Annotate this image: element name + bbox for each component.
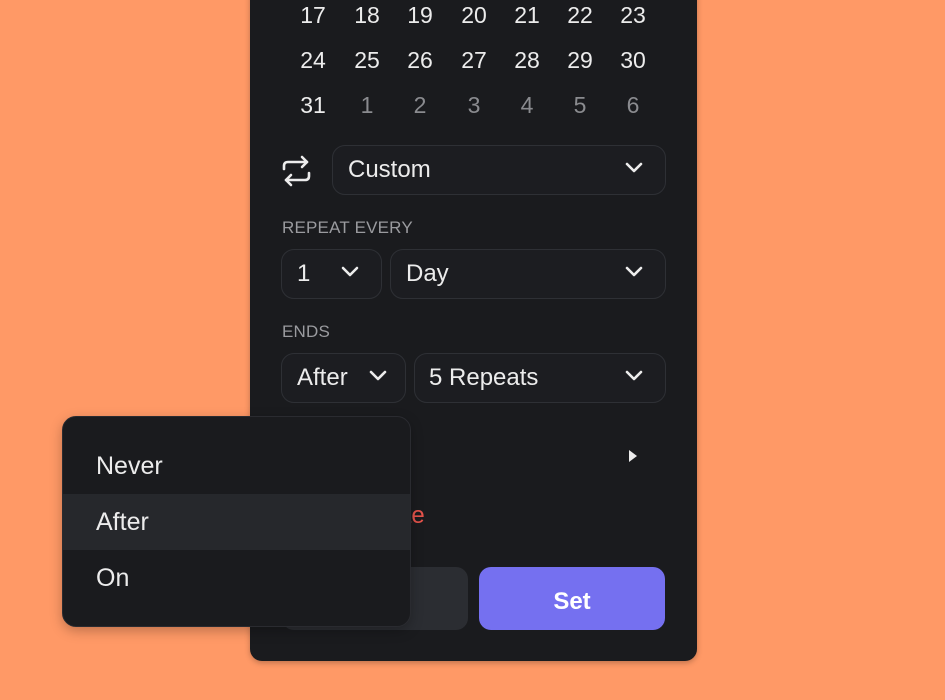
ends-select[interactable]: After bbox=[281, 353, 406, 403]
triangle-right-icon bbox=[629, 450, 637, 462]
calendar-day[interactable]: 2 bbox=[394, 90, 446, 120]
interval-select[interactable]: 1 bbox=[281, 249, 382, 299]
calendar-day[interactable]: 6 bbox=[607, 90, 659, 120]
calendar-day[interactable]: 23 bbox=[607, 0, 659, 30]
repeat-every-label: REPEAT EVERY bbox=[282, 218, 413, 237]
calendar-day[interactable]: 3 bbox=[448, 90, 500, 120]
recurrence-type-value: Custom bbox=[348, 156, 431, 183]
calendar-day[interactable]: 26 bbox=[394, 45, 446, 75]
calendar-day[interactable]: 19 bbox=[394, 0, 446, 30]
unit-select[interactable]: Day bbox=[390, 249, 666, 299]
chevron-down-icon bbox=[341, 266, 359, 277]
unit-value: Day bbox=[406, 260, 449, 287]
recurrence-type-select[interactable]: Custom bbox=[332, 145, 666, 195]
chevron-down-icon bbox=[625, 162, 643, 173]
repeat-icon bbox=[282, 155, 311, 187]
calendar-day[interactable]: 5 bbox=[554, 90, 606, 120]
chevron-down-icon bbox=[369, 370, 387, 381]
set-button[interactable]: Set bbox=[479, 567, 665, 630]
ends-count-select[interactable]: 5 Repeats bbox=[414, 353, 666, 403]
calendar-day[interactable]: 24 bbox=[287, 45, 339, 75]
calendar-day[interactable]: 28 bbox=[501, 45, 553, 75]
menu-item-after[interactable]: After bbox=[63, 494, 410, 550]
ends-dropdown-menu: Never After On bbox=[62, 416, 411, 627]
calendar-day[interactable]: 21 bbox=[501, 0, 553, 30]
ends-count-value: 5 Repeats bbox=[429, 364, 539, 391]
menu-item-never[interactable]: Never bbox=[63, 438, 410, 494]
calendar-day[interactable]: 4 bbox=[501, 90, 553, 120]
calendar-day[interactable]: 27 bbox=[448, 45, 500, 75]
calendar-day[interactable]: 17 bbox=[287, 0, 339, 30]
calendar-day[interactable]: 30 bbox=[607, 45, 659, 75]
chevron-down-icon bbox=[625, 370, 643, 381]
ends-label: ENDS bbox=[282, 322, 331, 341]
ends-value: After bbox=[297, 364, 348, 391]
calendar-day[interactable]: 25 bbox=[341, 45, 393, 75]
calendar-day[interactable]: 22 bbox=[554, 0, 606, 30]
calendar-day[interactable]: 31 bbox=[287, 90, 339, 120]
chevron-down-icon bbox=[625, 266, 643, 277]
menu-item-on[interactable]: On bbox=[63, 550, 410, 606]
calendar-day[interactable]: 29 bbox=[554, 45, 606, 75]
calendar-day[interactable]: 1 bbox=[341, 90, 393, 120]
interval-value: 1 bbox=[297, 260, 311, 287]
calendar-day[interactable]: 18 bbox=[341, 0, 393, 30]
calendar-day[interactable]: 20 bbox=[448, 0, 500, 30]
